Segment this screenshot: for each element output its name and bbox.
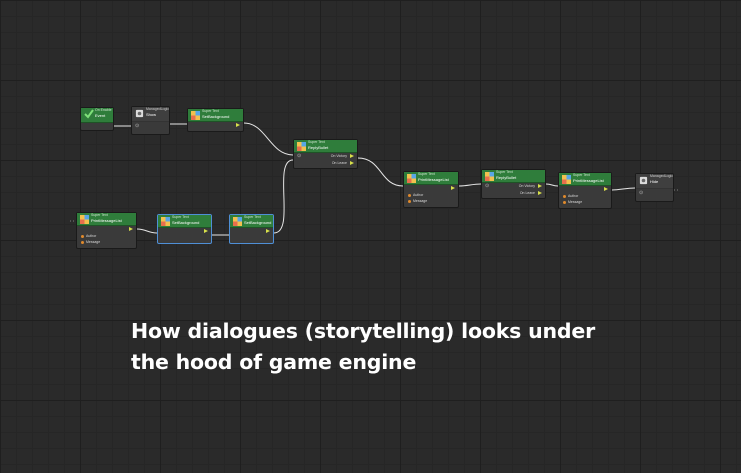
wire-reply2-print3 <box>545 183 559 187</box>
node-reply-bullet[interactable]: Super Text ReplyBullet ⊙ On Victory On L… <box>481 169 546 199</box>
node-set-background[interactable]: Super Text SetBackground <box>229 214 274 244</box>
caption-line-2: the hood of game engine <box>131 350 417 374</box>
node-title: ReplyBullet <box>496 175 517 180</box>
input-message[interactable]: Message <box>408 199 427 203</box>
node-set-background[interactable]: Super Text SetBackground <box>187 108 244 132</box>
node-side-port[interactable]: ⊙ <box>135 124 139 129</box>
puzzle-icon <box>233 217 242 226</box>
node-header[interactable]: ManagedLogic Hide <box>636 174 673 189</box>
node-show[interactable]: ManagedLogic Show ⊙ <box>131 106 170 135</box>
input-author[interactable]: Author <box>563 194 578 198</box>
node-title: PrintMessageList <box>91 218 122 223</box>
flow-output-pin[interactable] <box>126 227 133 232</box>
puzzle-icon <box>191 111 200 120</box>
node-side-port[interactable]: ⊙ <box>297 154 301 159</box>
wire-print1-setbg2 <box>136 228 158 234</box>
node-header[interactable]: Super Text PrintMessageList <box>559 173 611 186</box>
wire-reply1-print2 <box>357 157 404 187</box>
puzzle-icon <box>407 174 416 183</box>
puzzle-icon <box>161 217 170 226</box>
node-header[interactable]: ManagedLogic Show <box>132 107 169 122</box>
flow-output-pin[interactable] <box>263 229 270 234</box>
node-title: PrintMessageList <box>418 177 449 182</box>
node-print-message-list[interactable]: Super Text PrintMessageList Author Messa… <box>76 212 137 249</box>
wire-print3-hide <box>611 187 636 191</box>
input-message[interactable]: Message <box>81 240 100 244</box>
puzzle-icon <box>297 142 306 151</box>
node-header[interactable]: Super Text SetBackground <box>188 109 243 122</box>
check-icon <box>84 109 94 119</box>
input-author[interactable]: Author <box>408 193 423 197</box>
node-title: SetBackground <box>172 220 200 225</box>
node-category: Super Text <box>308 140 325 144</box>
caption-line-1: How dialogues (storytelling) looks under <box>131 319 596 343</box>
node-category: Super Text <box>202 109 219 113</box>
flow-output-pin[interactable] <box>201 229 208 234</box>
node-header[interactable]: Super Text SetBackground <box>230 215 273 228</box>
output-on-leave[interactable]: On Leave <box>332 161 354 166</box>
node-title: PrintMessageList <box>573 178 604 183</box>
flow-output-pin[interactable] <box>601 187 608 192</box>
node-header[interactable]: On Enable Event <box>81 108 113 123</box>
puzzle-icon <box>80 215 89 224</box>
node-header[interactable]: Super Text ReplyBullet <box>482 170 545 183</box>
node-title: Show <box>146 112 157 117</box>
wire-setbg1-reply1 <box>243 122 294 156</box>
node-category: On Enable <box>95 108 112 112</box>
wire-print2-reply2 <box>458 183 482 187</box>
puzzle-icon <box>485 172 494 181</box>
node-side-port[interactable]: ⊙ <box>639 191 643 196</box>
input-author[interactable]: Author <box>81 234 96 238</box>
output-on-leave[interactable]: On Leave <box>520 191 542 196</box>
node-title: ReplyBullet <box>308 145 329 150</box>
node-category: Super Text <box>418 172 435 176</box>
output-on-victory[interactable]: On Victory <box>331 154 354 159</box>
node-category: Super Text <box>91 213 108 217</box>
node-print-message-list[interactable]: Super Text PrintMessageList Author Messa… <box>558 172 612 209</box>
gear-icon <box>639 176 648 185</box>
puzzle-icon <box>562 175 571 184</box>
input-message[interactable]: Message <box>563 200 582 204</box>
node-side-port[interactable]: ⊙ <box>485 184 489 189</box>
node-on-enable[interactable]: On Enable Event <box>80 107 114 131</box>
node-header[interactable]: Super Text PrintMessageList <box>77 213 136 226</box>
node-category: Super Text <box>573 173 590 177</box>
caption: How dialogues (storytelling) looks under… <box>131 316 651 378</box>
output-on-victory[interactable]: On Victory <box>519 184 542 189</box>
node-category: ManagedLogic <box>146 107 169 111</box>
node-category: Super Text <box>496 170 513 174</box>
node-reply-bullet[interactable]: Super Text ReplyBullet ⊙ On Victory On L… <box>293 139 358 169</box>
node-title: Hide <box>650 179 659 184</box>
node-set-background[interactable]: Super Text SetBackground <box>157 214 212 244</box>
node-header[interactable]: Super Text PrintMessageList <box>404 172 458 185</box>
node-category: Super Text <box>172 215 189 219</box>
node-title: SetBackground <box>244 220 272 225</box>
flow-output-pin[interactable] <box>448 186 455 191</box>
node-hide[interactable]: ManagedLogic Hide ⊙ <box>635 173 674 202</box>
node-category: Super Text <box>244 215 261 219</box>
gear-icon <box>135 109 144 118</box>
node-title: Event <box>95 113 106 118</box>
wire-setbg3-reply1 <box>273 159 294 234</box>
node-header[interactable]: Super Text ReplyBullet <box>294 140 357 153</box>
flow-output-pin[interactable] <box>233 123 240 128</box>
node-category: ManagedLogic <box>650 174 673 178</box>
node-print-message-list[interactable]: Super Text PrintMessageList Author Messa… <box>403 171 459 208</box>
node-title: SetBackground <box>202 114 230 119</box>
node-header[interactable]: Super Text SetBackground <box>158 215 211 228</box>
